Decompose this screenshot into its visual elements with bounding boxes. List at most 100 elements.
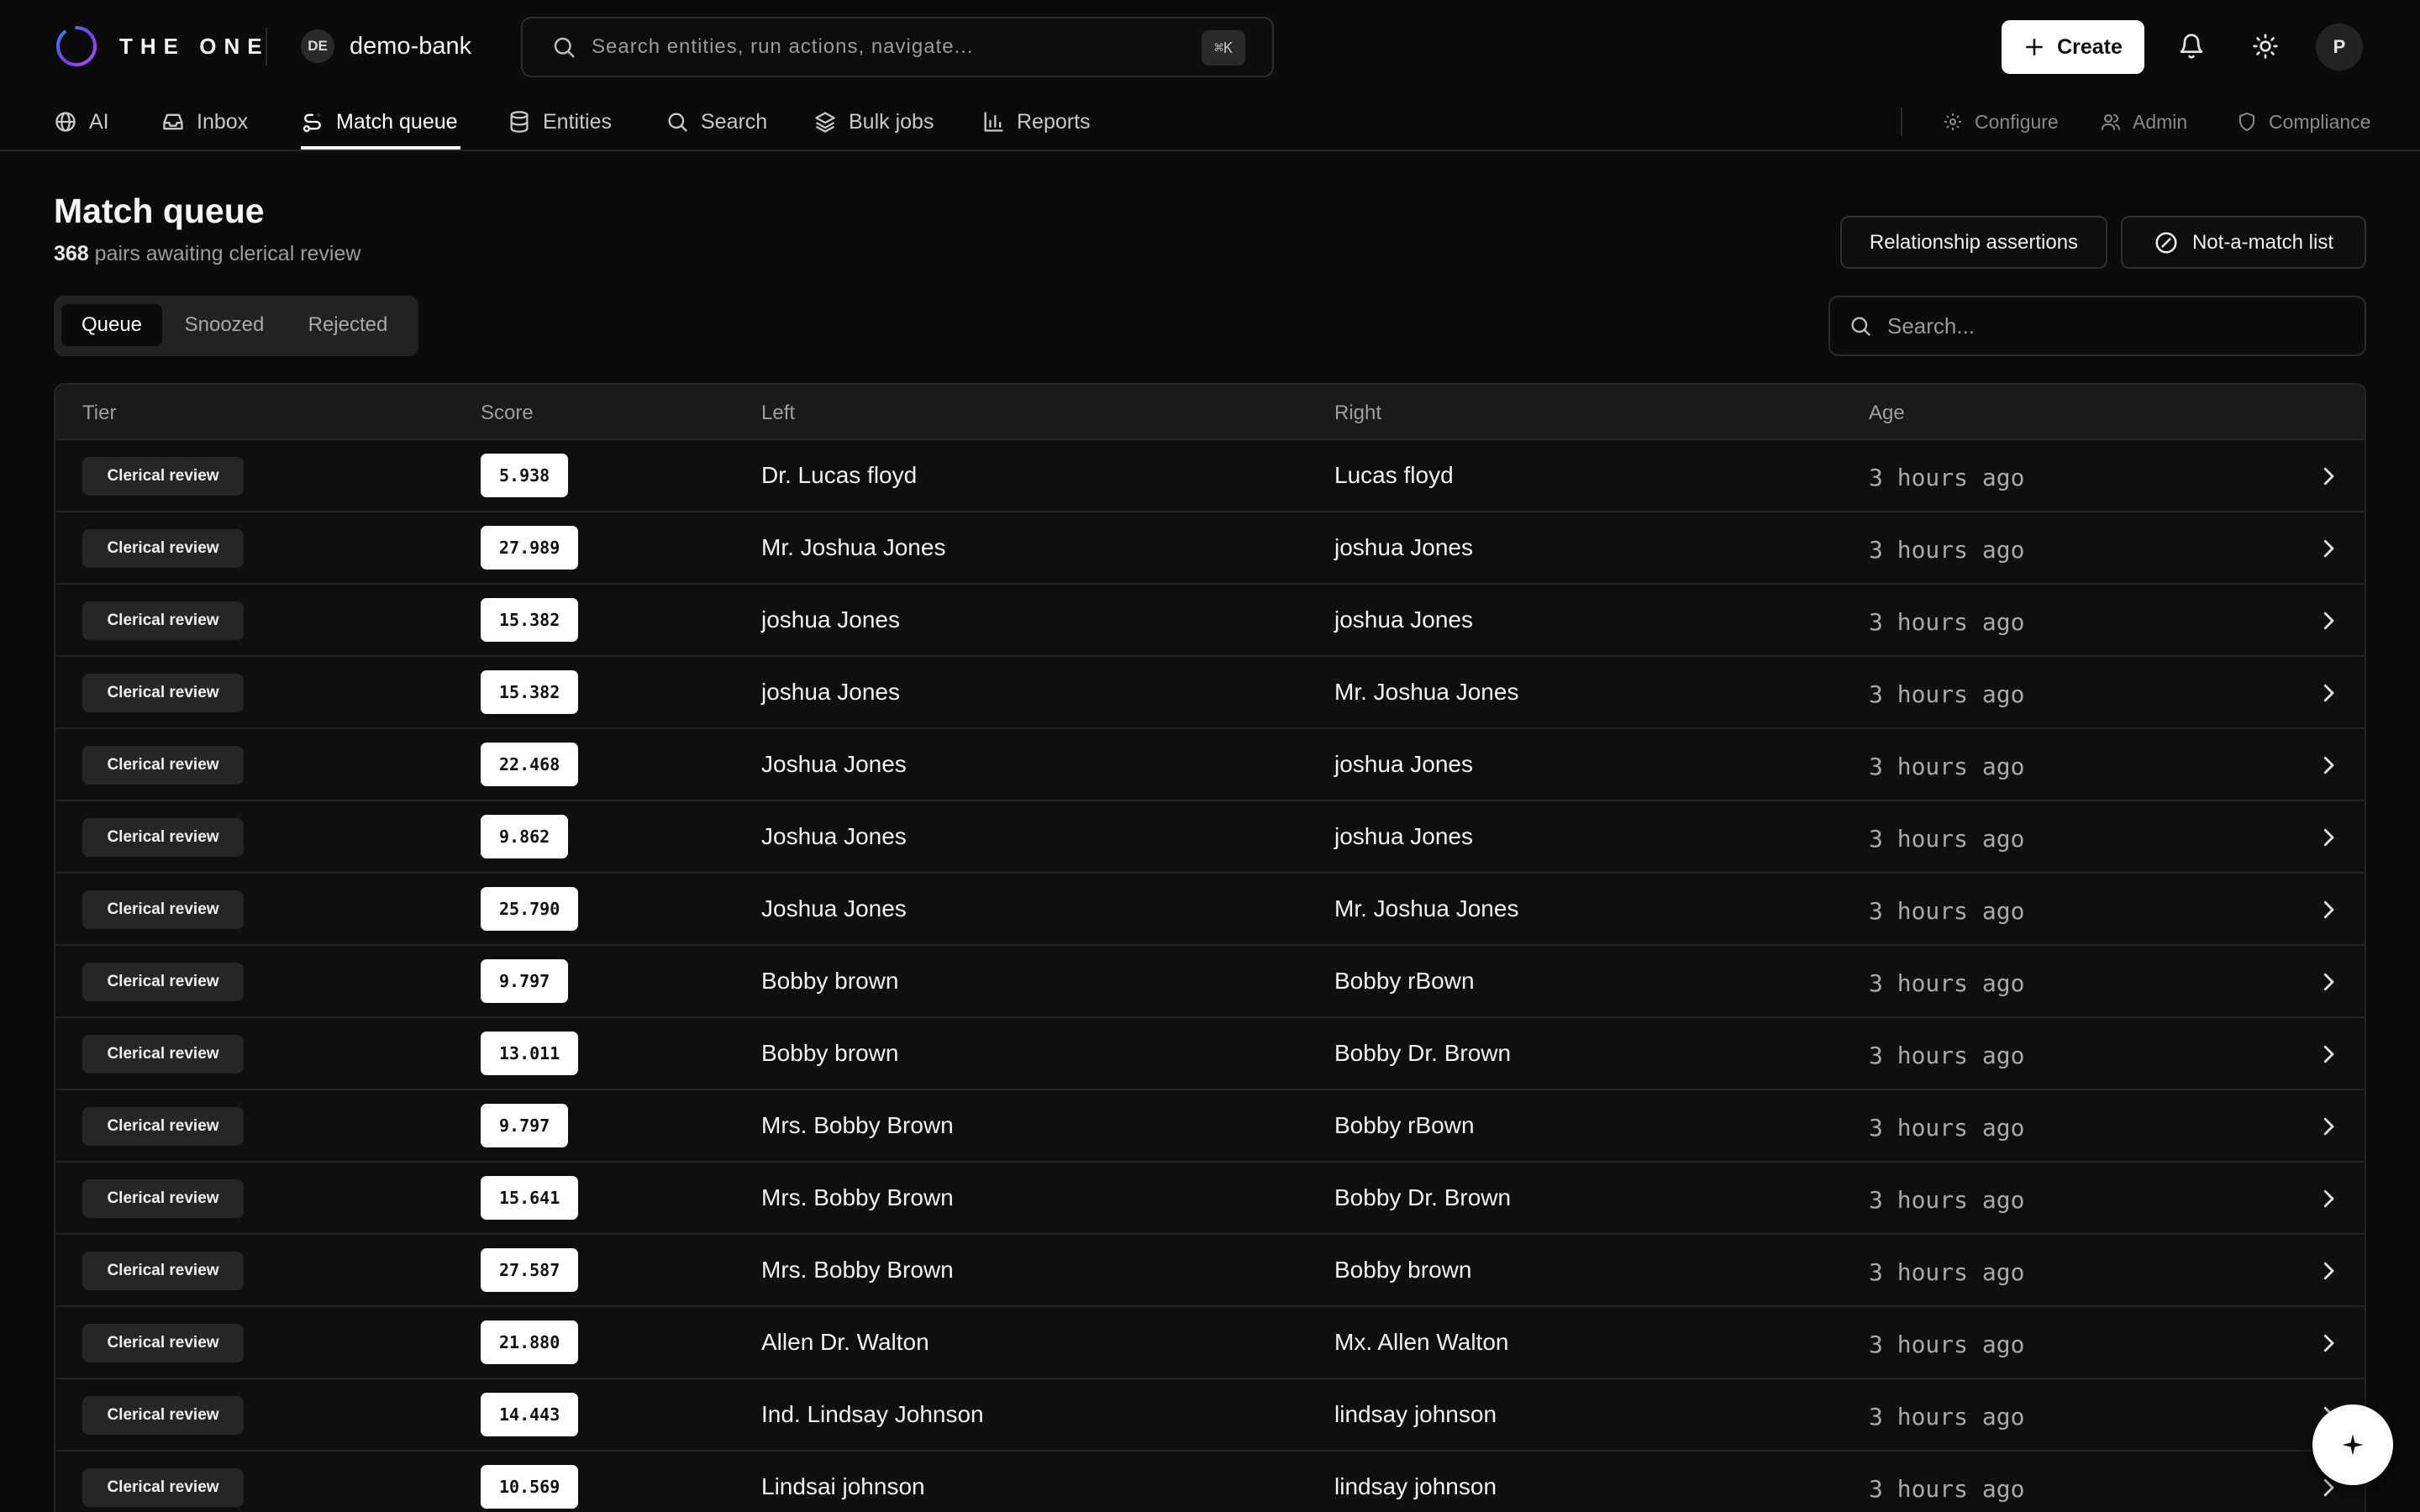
age-cell: 3 hours ago [1869, 536, 2025, 564]
chevron-right-icon[interactable] [2316, 1331, 2341, 1356]
age-cell: 3 hours ago [1869, 680, 2025, 708]
table-row[interactable]: Clerical review 9.797 Mrs. Bobby Brown Bobb… [55, 1090, 2365, 1163]
table-row[interactable]: Clerical review 5.938 Dr. Lucas floyd Lucas… [55, 440, 2365, 512]
nav-item-ai[interactable]: AI [54, 104, 109, 139]
chevron-right-icon[interactable] [2316, 825, 2341, 850]
notifications-button[interactable] [2173, 28, 2210, 65]
create-button[interactable]: Create [2002, 20, 2144, 74]
table-row[interactable]: Clerical review 13.011 Bobby brown Bobby Dr… [55, 1018, 2365, 1090]
chevron-right-icon[interactable] [2316, 536, 2341, 561]
left-entity-name: Bobby brown [761, 968, 899, 994]
workspace-name: demo-bank [350, 32, 472, 60]
nav-item-label: Match queue [336, 109, 458, 134]
tab-snoozed[interactable]: Snoozed [170, 304, 279, 346]
nav-item-reports[interactable]: Reports [981, 104, 1091, 139]
chevron-right-icon[interactable] [2316, 464, 2341, 489]
brand-name: THE ONE [119, 33, 270, 59]
score-badge: 10.569 [481, 1465, 579, 1509]
nav-item-compliance[interactable]: Compliance [2237, 104, 2370, 139]
nav-item-label: AI [89, 109, 109, 134]
chevron-right-icon[interactable] [2316, 753, 2341, 778]
divider [1901, 108, 1902, 136]
chevron-right-icon[interactable] [2316, 1186, 2341, 1211]
nav-item-configure[interactable]: Configure [1943, 104, 2059, 139]
score-badge: 14.443 [481, 1393, 579, 1436]
nav-item-search[interactable]: Search [666, 104, 767, 139]
relationship-assertions-label: Relationship assertions [1869, 230, 2079, 254]
chevron-right-icon[interactable] [2316, 1258, 2341, 1284]
right-entity-name: joshua Jones [1334, 606, 1474, 633]
right-entity-name: joshua Jones [1334, 751, 1474, 777]
column-header-age[interactable]: Age [1869, 402, 1905, 425]
table-row[interactable]: Clerical review 15.641 Mrs. Bobby Brown Bob… [55, 1163, 2365, 1235]
table-row[interactable]: Clerical review 25.790 Joshua Jones Mr. Jos… [55, 874, 2365, 946]
table-row[interactable]: Clerical review 27.989 Mr. Joshua Jones jos… [55, 512, 2365, 585]
chevron-right-icon[interactable] [2316, 608, 2341, 633]
age-cell: 3 hours ago [1869, 1475, 2025, 1503]
tab-queue[interactable]: Queue [61, 304, 162, 346]
sun-icon [2253, 34, 2278, 59]
left-entity-name: Ind. Lindsay Johnson [761, 1401, 984, 1427]
table-row[interactable]: Clerical review 10.569 Lindsai johnson lind… [55, 1452, 2365, 1512]
chevron-right-icon[interactable] [2316, 1042, 2341, 1067]
brand[interactable]: THE ONE [54, 24, 270, 69]
left-entity-name: Allen Dr. Walton [761, 1329, 929, 1355]
nav-item-bulk-jobs[interactable]: Bulk jobs [813, 104, 934, 139]
right-entity-name: Lucas floyd [1334, 462, 1454, 488]
ai-assistant-button[interactable] [2312, 1404, 2393, 1485]
workspace-switcher[interactable]: DE demo-bank [301, 29, 471, 64]
table-row[interactable]: Clerical review 22.468 Joshua Jones joshua … [55, 729, 2365, 801]
chevron-right-icon[interactable] [2316, 680, 2341, 706]
theme-toggle-button[interactable] [2247, 28, 2284, 65]
shield-icon [2239, 113, 2254, 131]
nav-item-admin[interactable]: Admin [2101, 104, 2187, 139]
tier-badge: Clerical review [82, 818, 244, 857]
route-icon [302, 113, 321, 133]
age-cell: 3 hours ago [1869, 1403, 2025, 1431]
users-icon [2102, 114, 2120, 130]
right-entity-name: Mr. Joshua Jones [1334, 679, 1519, 705]
table-row[interactable]: Clerical review 14.443 Ind. Lindsay Johnso… [55, 1379, 2365, 1452]
command-search[interactable]: Search entities, run actions, navigate..… [521, 17, 1274, 77]
chevron-right-icon[interactable] [2316, 897, 2341, 922]
tier-badge: Clerical review [82, 1396, 244, 1435]
plus-icon [2026, 39, 2044, 55]
not-a-match-list-button[interactable]: Not-a-match list [2121, 216, 2366, 269]
chevron-right-icon[interactable] [2316, 1114, 2341, 1139]
table-row[interactable]: Clerical review 9.797 Bobby brown Bobby rBo… [55, 946, 2365, 1018]
nav-item-match-queue[interactable]: Match queue [301, 104, 458, 139]
tab-rejected[interactable]: Rejected [289, 304, 407, 346]
age-cell: 3 hours ago [1869, 608, 2025, 636]
keyboard-shortcut-badge: ⌘K [1202, 30, 1245, 66]
nav-item-inbox[interactable]: Inbox [161, 104, 248, 139]
table-row[interactable]: Clerical review 15.382 joshua Jones joshua … [55, 585, 2365, 657]
right-entity-name: Mx. Allen Walton [1334, 1329, 1509, 1355]
column-header-score[interactable]: Score [481, 402, 534, 425]
age-cell: 3 hours ago [1869, 753, 2025, 780]
chevron-right-icon[interactable] [2316, 969, 2341, 995]
right-entity-name: Bobby Dr. Brown [1334, 1184, 1512, 1210]
relationship-assertions-button[interactable]: Relationship assertions [1840, 216, 2107, 269]
user-avatar[interactable]: P [2316, 24, 2363, 71]
tier-badge: Clerical review [82, 674, 244, 712]
gear-icon [1944, 113, 1961, 130]
table-row[interactable]: Clerical review 21.880 Allen Dr. Walton Mx.… [55, 1307, 2365, 1379]
tab-label: Snoozed [184, 313, 265, 336]
left-entity-name: joshua Jones [761, 606, 901, 633]
right-entity-name: lindsay johnson [1334, 1473, 1497, 1499]
column-header-tier[interactable]: Tier [82, 402, 116, 425]
nav-item-entities[interactable]: Entities [508, 104, 612, 139]
table-row[interactable]: Clerical review 15.382 joshua Jones Mr. Jos… [55, 657, 2365, 729]
score-badge: 15.382 [481, 670, 579, 714]
score-badge: 9.797 [481, 959, 569, 1003]
column-header-right[interactable]: Right [1334, 402, 1381, 425]
search-icon [668, 113, 687, 132]
queue-search-input[interactable]: Search... [1828, 296, 2366, 356]
score-badge: 9.862 [481, 815, 569, 858]
globe-icon [55, 112, 76, 132]
tier-badge: Clerical review [82, 1107, 244, 1146]
page-title: Match queue [54, 192, 265, 230]
column-header-left[interactable]: Left [761, 402, 795, 425]
table-row[interactable]: Clerical review 9.862 Joshua Jones joshua J… [55, 801, 2365, 874]
table-row[interactable]: Clerical review 27.587 Mrs. Bobby Brown Bob… [55, 1235, 2365, 1307]
